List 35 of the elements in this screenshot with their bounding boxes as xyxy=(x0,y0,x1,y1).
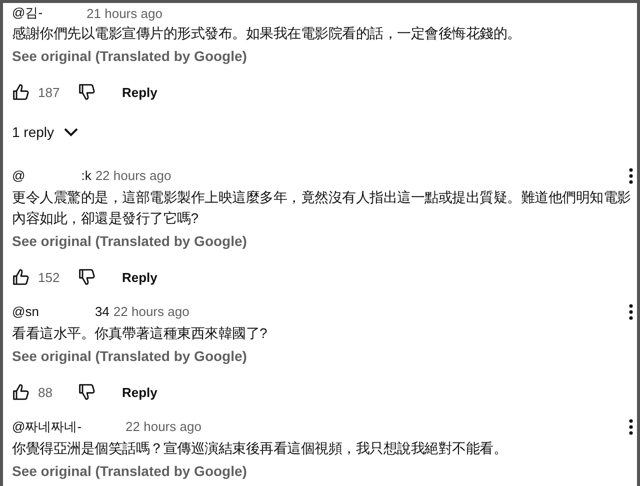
thumbs-down-icon[interactable] xyxy=(78,268,96,286)
see-original-link[interactable]: See original (Translated by Google) xyxy=(12,44,247,68)
more-options-icon[interactable] xyxy=(629,168,633,184)
comment-text: 看看這水平。你真帶著這種東西來韓國了? xyxy=(12,324,268,343)
replies-toggle[interactable]: 1 reply xyxy=(12,124,78,140)
timestamp: 22 hours ago xyxy=(126,419,202,434)
thumbs-up-icon[interactable] xyxy=(12,268,30,286)
username[interactable]: @sn xyxy=(12,304,39,319)
thumbs-down-icon[interactable] xyxy=(78,83,96,101)
like-count: 187 xyxy=(38,84,61,100)
username[interactable]: @김- xyxy=(12,4,43,22)
reply-button[interactable]: Reply xyxy=(114,80,166,104)
like-count: 152 xyxy=(38,270,61,284)
chevron-icon xyxy=(64,128,78,136)
see-original-link[interactable]: See original (Translated by Google) xyxy=(12,459,247,483)
comment-text: 更令人震驚的是，這部電影製作上映這麼多年，竟然沒有人指出這一點或提出質疑。難道他們明知電影內容如此，卻還是發行了它嗎? xyxy=(12,188,632,228)
timestamp: 22 hours ago xyxy=(95,168,172,183)
thumbs-down-icon[interactable] xyxy=(78,383,96,401)
comment-text: 感謝你們先以電影宣傳片的形式發布。如果我在電影院看的話，一定會後悔花錢的。 xyxy=(12,24,522,43)
thumbs-up-icon[interactable] xyxy=(12,383,30,401)
more-options-icon[interactable] xyxy=(629,304,633,320)
username[interactable]: :k xyxy=(81,168,92,183)
more-options-icon[interactable] xyxy=(629,419,633,435)
username[interactable]: @ xyxy=(12,168,26,183)
username[interactable]: @짜네짜네- xyxy=(12,418,82,436)
timestamp: 22 hours ago xyxy=(113,304,190,319)
see-original-link[interactable]: See original (Translated by Google) xyxy=(12,229,247,253)
like-count: 88 xyxy=(38,384,54,400)
thumbs-up-icon[interactable] xyxy=(12,83,30,101)
username[interactable]: 34 xyxy=(94,304,110,319)
reply-button[interactable]: Reply xyxy=(114,266,166,288)
comment-text: 你覺得亞洲是個笑話嗎？宣傳巡演結束後再看這個視頻，我只想說我絕對不能看。 xyxy=(12,439,508,458)
timestamp: 21 hours ago xyxy=(86,6,162,20)
reply-button[interactable]: Reply xyxy=(114,380,166,404)
see-original-link[interactable]: See original (Translated by Google) xyxy=(12,344,247,368)
